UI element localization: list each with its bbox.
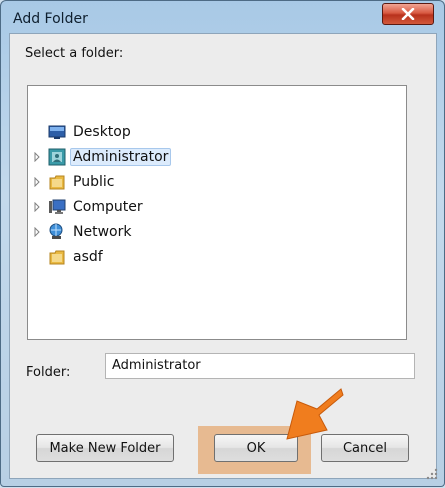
expand-arrow-icon[interactable] [32,202,42,212]
cancel-button[interactable]: Cancel [321,434,409,462]
folder-field-label: Folder: [26,365,71,380]
tree-item-administrator[interactable]: Administrator [28,146,406,168]
folder-tree[interactable]: Desktop Administrator Public Computer Ne… [27,85,407,340]
close-button[interactable] [382,3,434,25]
user-folder-icon [48,148,66,166]
desktop-icon [48,125,66,139]
folder-input[interactable]: Administrator [105,353,415,379]
tree-item-public[interactable]: Public [28,171,406,193]
expand-arrow-icon[interactable] [32,177,42,187]
tree-item-label: Public [73,174,115,190]
tree-item-network[interactable]: Network [28,221,406,243]
computer-icon [49,199,66,214]
window-title: Add Folder [13,11,88,27]
close-icon [401,8,415,20]
folder-icon [49,175,65,190]
select-folder-prompt: Select a folder: [25,46,124,61]
tree-item-desktop[interactable]: Desktop [28,121,406,143]
network-icon [49,223,63,239]
tree-item-label: Administrator [70,148,172,166]
tree-item-label: Computer [73,199,143,215]
add-folder-dialog: Add Folder Select a folder: Desktop Admi… [0,0,445,487]
tree-item-label: asdf [73,249,103,265]
tree-item-label: Desktop [73,124,131,140]
tree-item-computer[interactable]: Computer [28,196,406,218]
expand-arrow-icon[interactable] [32,152,42,162]
ok-button[interactable]: OK [214,434,298,462]
resize-grip-icon[interactable] [425,467,439,481]
tree-item-asdf[interactable]: asdf [28,246,406,268]
title-bar[interactable]: Add Folder [1,1,444,37]
expand-arrow-icon[interactable] [32,227,42,237]
folder-icon [49,250,65,265]
tree-item-label: Network [73,224,132,240]
make-new-folder-button[interactable]: Make New Folder [36,434,174,462]
